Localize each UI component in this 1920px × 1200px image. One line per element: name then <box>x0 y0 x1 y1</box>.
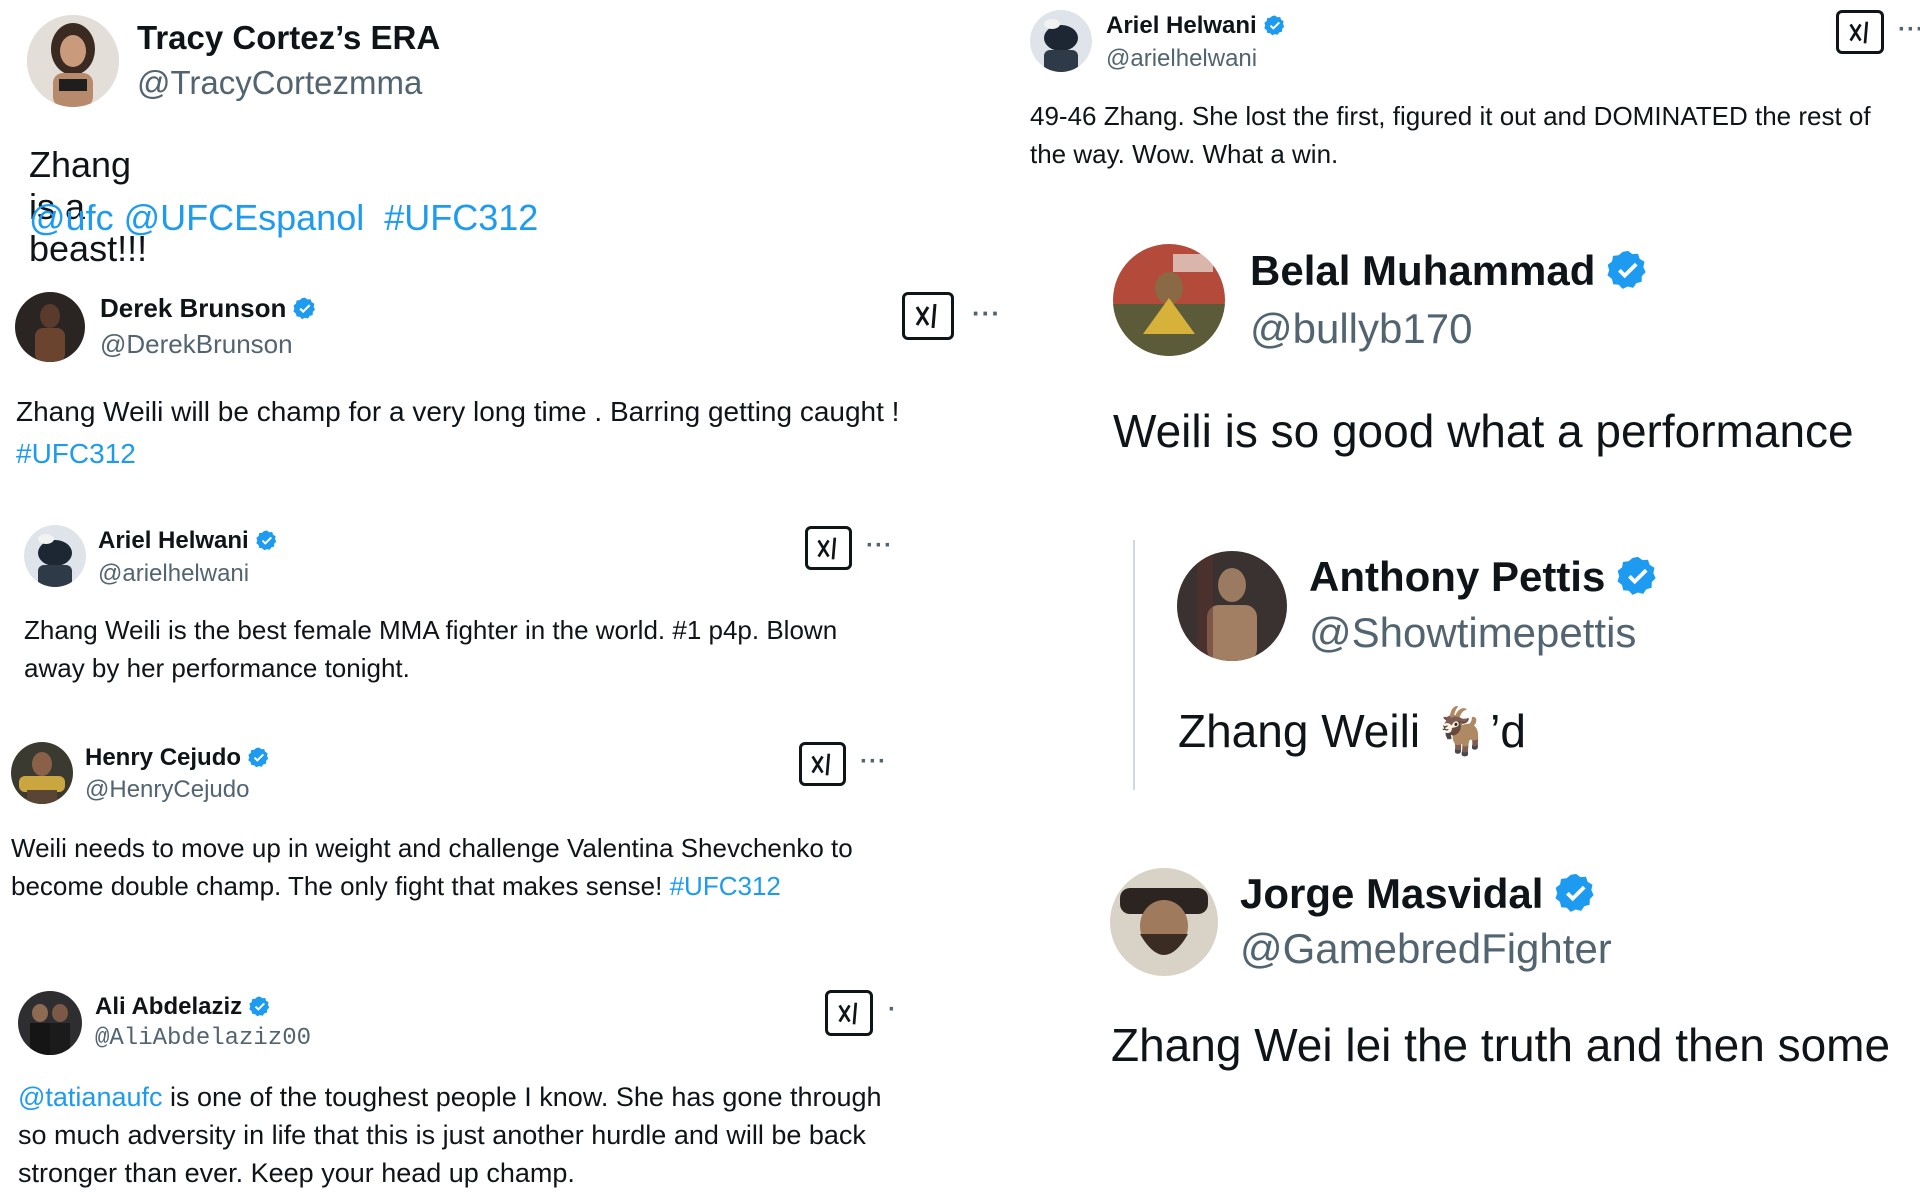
mention-link[interactable]: @ufc <box>29 197 114 238</box>
verified-badge-icon <box>1553 871 1599 917</box>
more-icon[interactable]: ··· <box>866 532 893 560</box>
mention-link[interactable]: @tatianaufc <box>18 1082 163 1112</box>
more-icon[interactable]: ··· <box>1898 16 1920 44</box>
avatar-image <box>15 292 85 362</box>
verified-badge-icon <box>1263 14 1287 38</box>
goat-emoji: 🐐 <box>1432 705 1491 757</box>
avatar[interactable] <box>1030 10 1092 72</box>
avatar-image <box>1177 551 1287 661</box>
author-handle[interactable]: @DerekBrunson <box>100 329 293 360</box>
verified-badge-icon <box>1605 248 1651 294</box>
author-name[interactable]: Ariel Helwani <box>98 527 279 555</box>
tweet-text: 49-46 Zhang. She lost the first, figured… <box>1030 101 1871 169</box>
avatar[interactable] <box>11 742 73 804</box>
tweet-text-content: Zhang Weili will be champ for a very lon… <box>16 396 900 427</box>
author-name[interactable]: Tracy Cortez’s ERA <box>137 19 440 57</box>
more-icon[interactable]: ··· <box>972 298 1001 329</box>
avatar-image <box>27 15 119 107</box>
grok-icon <box>915 303 937 329</box>
author-handle[interactable]: @HenryCejudo <box>85 776 249 804</box>
more-icon[interactable]: · <box>888 996 897 1024</box>
tweet-text: Weili is so good what a performance <box>1113 405 1854 457</box>
avatar-image <box>11 742 73 804</box>
author-handle[interactable]: @Showtimepettis <box>1309 609 1636 657</box>
tweet-text: Zhang Weili is the best female MMA fight… <box>24 615 838 683</box>
author-name[interactable]: Derek Brunson <box>100 293 318 324</box>
author-name-text[interactable]: Jorge Masvidal <box>1240 870 1543 918</box>
grok-button[interactable] <box>825 990 873 1036</box>
verified-badge-icon <box>247 746 271 770</box>
hashtag-link[interactable]: #UFC312 <box>670 871 781 901</box>
grok-icon <box>1848 21 1868 43</box>
author-name[interactable]: Jorge Masvidal <box>1240 870 1599 918</box>
mention-link[interactable]: @UFCEspanol <box>124 197 365 238</box>
author-name[interactable]: Ariel Helwani <box>1106 12 1287 40</box>
quote-divider <box>1133 540 1135 790</box>
avatar-image <box>24 525 86 587</box>
author-handle[interactable]: @arielhelwani <box>98 560 249 588</box>
author-handle[interactable]: @TracyCortezmma <box>137 64 422 102</box>
avatar-image <box>1113 244 1225 356</box>
hashtag-link[interactable]: #UFC312 <box>384 197 538 238</box>
tweet-text-suffix: ’d <box>1490 705 1526 757</box>
author-handle[interactable]: @GamebredFighter <box>1240 925 1612 973</box>
grok-button[interactable] <box>902 292 954 340</box>
hashtag-link[interactable]: #UFC312 <box>16 438 136 469</box>
author-handle[interactable]: @bullyb170 <box>1250 305 1472 353</box>
author-name-text[interactable]: Ariel Helwani <box>1106 12 1257 40</box>
avatar-image <box>1110 868 1218 976</box>
verified-badge-icon <box>292 296 318 322</box>
avatar[interactable] <box>27 15 119 107</box>
avatar[interactable] <box>15 292 85 362</box>
verified-badge-icon <box>1615 554 1661 600</box>
tweet-text: Zhang Weili will be champ for a very lon… <box>16 391 1016 475</box>
avatar[interactable] <box>1113 244 1225 356</box>
grok-button[interactable] <box>799 742 846 786</box>
avatar-image <box>1030 10 1092 72</box>
tweet-text: Zhang Wei lei the truth and then some <box>1111 1019 1891 1071</box>
grok-icon <box>817 537 837 559</box>
grok-icon <box>811 753 831 775</box>
avatar[interactable] <box>1177 551 1287 661</box>
tweet-text-content: Zhang Weili <box>1178 705 1421 757</box>
tweet-text: @tatianaufc is one of the toughest peopl… <box>18 1078 898 1192</box>
author-name-text[interactable]: Henry Cejudo <box>85 744 241 772</box>
more-icon[interactable]: ··· <box>860 748 887 776</box>
avatar[interactable] <box>24 525 86 587</box>
author-name[interactable]: Ali Abdelaziz <box>95 993 272 1021</box>
verified-badge-icon <box>255 529 279 553</box>
grok-button[interactable] <box>805 526 852 570</box>
tweet-links: @ufc @UFCEspanol #UFC312 <box>29 197 538 239</box>
verified-badge-icon <box>248 995 272 1019</box>
author-name-text[interactable]: Belal Muhammad <box>1250 247 1595 295</box>
author-handle[interactable]: @AliAbdelaziz00 <box>95 1025 311 1052</box>
avatar[interactable] <box>18 991 82 1055</box>
avatar-image <box>18 991 82 1055</box>
author-name-text[interactable]: Derek Brunson <box>100 293 286 324</box>
author-handle[interactable]: @arielhelwani <box>1106 45 1257 73</box>
tweet-text: Weili needs to move up in weight and cha… <box>11 829 901 905</box>
author-name[interactable]: Anthony Pettis <box>1309 553 1661 601</box>
author-name[interactable]: Henry Cejudo <box>85 744 271 772</box>
grok-button[interactable] <box>1836 10 1884 54</box>
author-name[interactable]: Belal Muhammad <box>1250 247 1651 295</box>
avatar[interactable] <box>1110 868 1218 976</box>
tweet-text: Zhang Weili 🐐’d <box>1178 704 1526 759</box>
grok-icon <box>837 1002 857 1024</box>
author-name-text[interactable]: Ariel Helwani <box>98 527 249 555</box>
author-name-text[interactable]: Ali Abdelaziz <box>95 993 242 1021</box>
author-name-text[interactable]: Anthony Pettis <box>1309 553 1605 601</box>
